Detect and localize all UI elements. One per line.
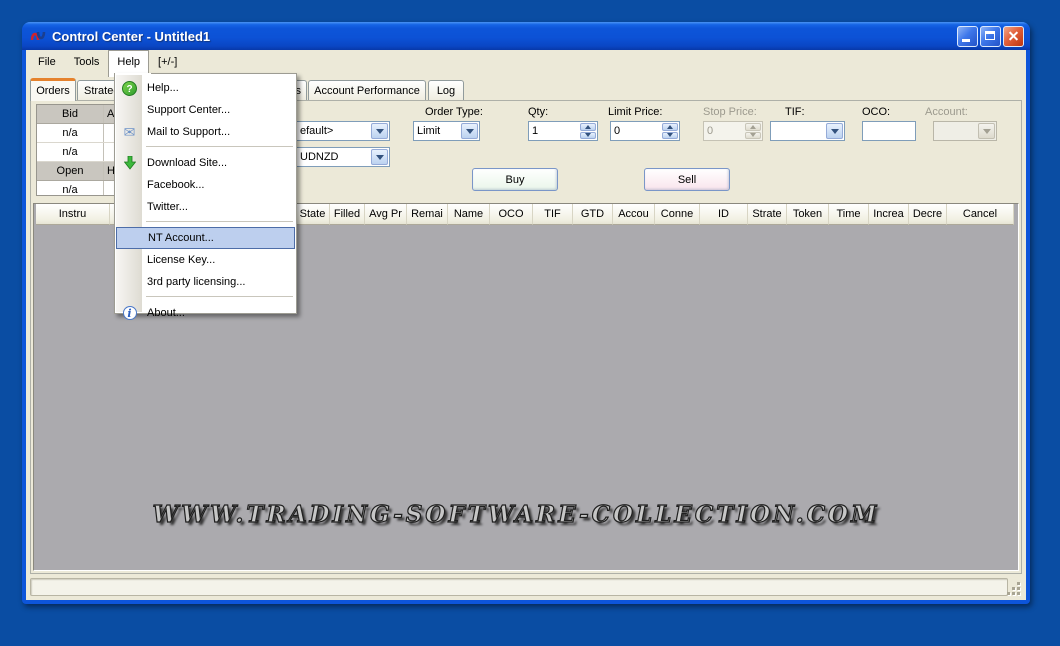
menu-item-support-center[interactable]: Support Center... bbox=[115, 99, 296, 121]
menu-plus-minus[interactable]: [+/-] bbox=[149, 50, 186, 75]
stop-price-label: Stop Price: bbox=[703, 106, 757, 119]
window-title: Control Center - Untitled1 bbox=[52, 29, 210, 44]
column-header-oco[interactable]: OCO bbox=[490, 204, 533, 225]
desktop: Control Center - Untitled1 File Tools He… bbox=[0, 0, 1060, 646]
spin-up-icon[interactable] bbox=[662, 123, 678, 131]
instrument-select[interactable]: UDNZD bbox=[296, 147, 390, 167]
help-icon: ? bbox=[122, 81, 137, 96]
column-header-remaining[interactable]: Remai bbox=[407, 204, 448, 225]
order-type-select[interactable]: Limit bbox=[413, 121, 480, 141]
open-header: Open bbox=[37, 162, 104, 180]
account-label: Account: bbox=[925, 106, 968, 119]
spin-up-icon bbox=[745, 123, 761, 131]
chevron-down-icon[interactable] bbox=[461, 123, 478, 139]
bid-header: Bid bbox=[37, 105, 104, 123]
menu-item-mail-to-support[interactable]: ✉ Mail to Support... bbox=[115, 121, 296, 143]
ninjatrader-logo-icon bbox=[29, 27, 47, 45]
menu-item-license-key[interactable]: License Key... bbox=[115, 249, 296, 271]
stop-price-stepper bbox=[703, 121, 763, 141]
bid-value: n/a bbox=[37, 124, 104, 142]
column-header-time[interactable]: Time bbox=[829, 204, 869, 225]
minimize-icon bbox=[962, 39, 970, 42]
spin-up-icon[interactable] bbox=[580, 123, 596, 131]
minimize-button[interactable] bbox=[957, 26, 978, 47]
column-header-account[interactable]: Accou bbox=[613, 204, 655, 225]
chevron-down-icon[interactable] bbox=[371, 123, 388, 139]
stop-price-input bbox=[704, 122, 744, 140]
sell-button[interactable]: Sell bbox=[644, 168, 730, 191]
mail-icon: ✉ bbox=[124, 125, 136, 139]
order-type-label: Order Type: bbox=[425, 106, 483, 119]
menubar: File Tools Help [+/-] bbox=[26, 50, 1029, 75]
tab-log[interactable]: Log bbox=[428, 80, 464, 100]
titlebar[interactable]: Control Center - Untitled1 bbox=[22, 22, 1030, 50]
tab-orders[interactable]: Orders bbox=[30, 78, 76, 101]
chevron-down-icon[interactable] bbox=[371, 149, 388, 165]
menu-item-help[interactable]: ? Help... bbox=[115, 77, 296, 99]
qty-label: Qty: bbox=[528, 106, 548, 119]
column-header-increase[interactable]: Increa bbox=[869, 204, 909, 225]
spin-down-icon[interactable] bbox=[580, 132, 596, 140]
statusbar bbox=[30, 578, 1022, 596]
column-header-gtd[interactable]: GTD bbox=[573, 204, 613, 225]
account-select bbox=[933, 121, 997, 141]
menu-item-download-site[interactable]: Download Site... bbox=[115, 152, 296, 174]
titlebar-buttons bbox=[957, 26, 1024, 47]
column-header-filled[interactable]: Filled bbox=[330, 204, 365, 225]
menu-item-facebook[interactable]: Facebook... bbox=[115, 174, 296, 196]
menu-item-3rd-party-licensing[interactable]: 3rd party licensing... bbox=[115, 271, 296, 293]
column-header-name[interactable]: Name bbox=[448, 204, 490, 225]
maximize-icon bbox=[985, 31, 995, 40]
help-dropdown-menu: ? Help... Support Center... ✉ Mail to Su… bbox=[114, 73, 297, 314]
maximize-button[interactable] bbox=[980, 26, 1001, 47]
download-icon bbox=[124, 156, 136, 170]
qty-input[interactable] bbox=[529, 122, 579, 140]
atm-strategy-select[interactable]: efault> bbox=[296, 121, 390, 141]
watermark-text: WWW.TRADING-SOFTWARE-COLLECTION.COM bbox=[33, 501, 1008, 528]
column-header-avg-price[interactable]: Avg Pr bbox=[365, 204, 407, 225]
column-header-token[interactable]: Token bbox=[787, 204, 829, 225]
spin-down-icon bbox=[745, 132, 761, 140]
column-header-tif[interactable]: TIF bbox=[533, 204, 573, 225]
limit-price-input[interactable] bbox=[611, 122, 661, 140]
tab-account-performance[interactable]: Account Performance bbox=[308, 80, 426, 100]
oco-field[interactable] bbox=[863, 122, 915, 140]
menu-tools[interactable]: Tools bbox=[65, 50, 109, 75]
open-value: n/a bbox=[37, 181, 104, 196]
chevron-down-icon[interactable] bbox=[826, 123, 843, 139]
spin-down-icon[interactable] bbox=[662, 132, 678, 140]
oco-field-wrap bbox=[862, 121, 916, 141]
status-message-area bbox=[30, 578, 1008, 596]
column-header-cancel[interactable]: Cancel bbox=[947, 204, 1014, 225]
resize-grip[interactable] bbox=[1008, 578, 1022, 596]
oco-label: OCO: bbox=[862, 106, 890, 119]
close-button[interactable] bbox=[1003, 26, 1024, 47]
qty-stepper[interactable] bbox=[528, 121, 598, 141]
menu-item-about[interactable]: i About... bbox=[115, 302, 296, 324]
buy-button[interactable]: Buy bbox=[472, 168, 558, 191]
column-header-id[interactable]: ID bbox=[700, 204, 748, 225]
menu-file[interactable]: File bbox=[29, 50, 65, 75]
bid-value: n/a bbox=[37, 143, 104, 161]
limit-price-label: Limit Price: bbox=[608, 106, 662, 119]
column-header-state[interactable]: State bbox=[296, 204, 330, 225]
column-header-instrument[interactable]: Instru bbox=[36, 204, 110, 225]
column-header-decrease[interactable]: Decre bbox=[909, 204, 947, 225]
menu-item-twitter[interactable]: Twitter... bbox=[115, 196, 296, 218]
info-icon: i bbox=[123, 306, 137, 320]
menu-item-nt-account[interactable]: NT Account... bbox=[116, 227, 295, 249]
column-header-strategy[interactable]: Strate bbox=[748, 204, 787, 225]
tif-label: TIF: bbox=[785, 106, 805, 119]
limit-price-stepper[interactable] bbox=[610, 121, 680, 141]
column-header-connection[interactable]: Conne bbox=[655, 204, 700, 225]
chevron-down-icon bbox=[978, 123, 995, 139]
tif-select[interactable] bbox=[770, 121, 845, 141]
